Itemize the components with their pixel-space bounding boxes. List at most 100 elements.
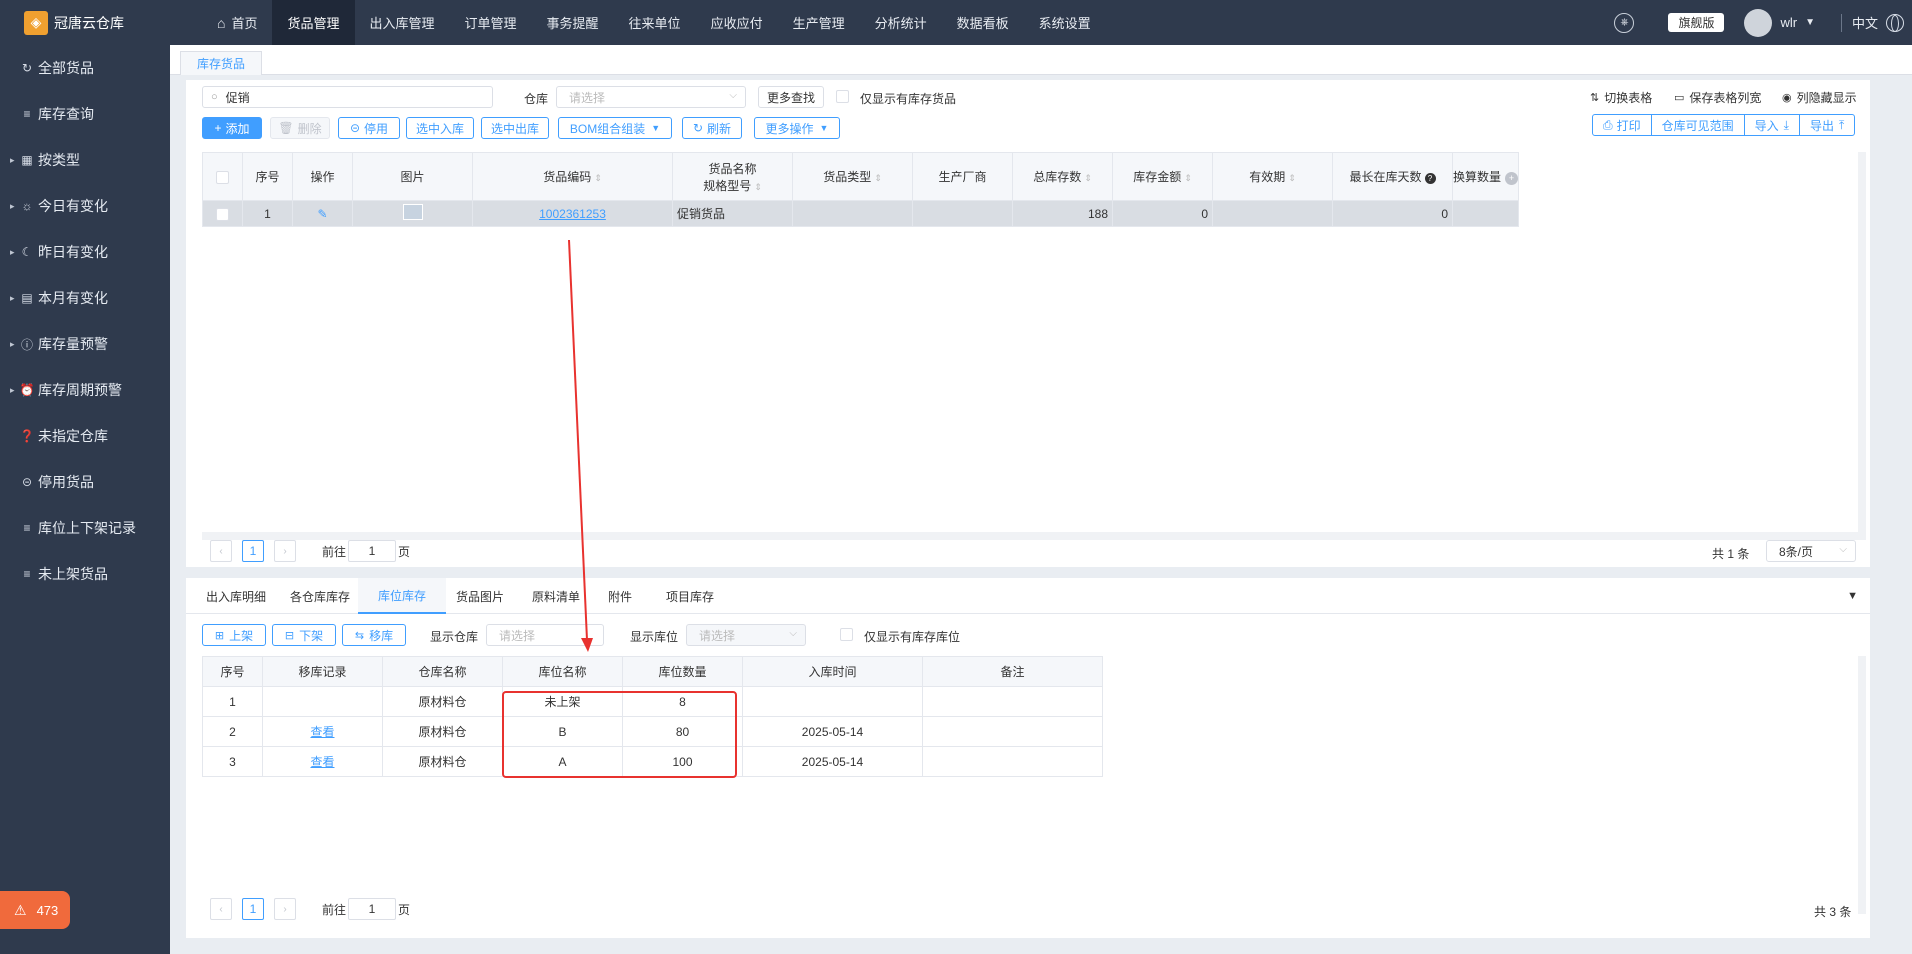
mode-switch-icon[interactable]: ⎈	[1614, 12, 1635, 33]
download-icon: ⤓	[1783, 117, 1789, 132]
detail-tab[interactable]: 项目库存	[666, 578, 714, 614]
show-location-select[interactable]: 请选择 ⌵	[686, 624, 806, 646]
total-count: 共 1 条	[1712, 547, 1750, 561]
bom-button[interactable]: BOM组合组装 ▼	[558, 117, 672, 139]
stock-out-button[interactable]: 选中出库	[481, 117, 549, 139]
row-checkbox[interactable]	[216, 207, 229, 221]
nav-item[interactable]: 货品管理	[272, 0, 355, 45]
switch-table-button[interactable]: ⇅ 切换表格	[1590, 89, 1652, 106]
col-name[interactable]: 货品名称 规格型号 ⇕	[672, 152, 793, 201]
only-location-checkbox[interactable]	[840, 628, 853, 641]
expand-caret-icon: ▸	[10, 200, 15, 211]
collapse-icon[interactable]: ▼	[1847, 590, 1858, 602]
print-button[interactable]: ⎙ 打印	[1593, 115, 1652, 135]
col-code[interactable]: 货品编码 ⇕	[472, 152, 673, 201]
sidebar-item[interactable]: ▸ ☼ 今日有变化	[0, 183, 170, 229]
vertical-scrollbar[interactable]	[1858, 152, 1866, 532]
horizontal-scrollbar[interactable]	[202, 532, 1866, 540]
nav-item[interactable]: 数据看板	[942, 0, 1024, 45]
upload-icon: ⤒	[1838, 117, 1845, 132]
import-button[interactable]: 导入 ⤓	[1745, 115, 1800, 135]
sidebar-item[interactable]: ≡ 库存查询	[0, 91, 170, 137]
nav-item[interactable]: 生产管理	[778, 0, 860, 45]
settings-icon[interactable]: +	[1505, 172, 1519, 185]
sidebar-item[interactable]: ≡ 未上架货品	[0, 551, 170, 597]
sidebar-item[interactable]: ▸ ⓘ 库存量预警	[0, 321, 170, 367]
shelve-button[interactable]: ⊞ 上架	[202, 624, 266, 646]
nav-item-label: 往来单位	[628, 16, 681, 31]
export-button[interactable]: 导出 ⤒	[1800, 115, 1854, 135]
col-type[interactable]: 货品类型 ⇕	[792, 152, 913, 201]
next-page-button[interactable]: ›	[274, 540, 296, 562]
col-total[interactable]: 总库存数 ⇕	[1012, 152, 1113, 201]
language-switch[interactable]: 中文	[1852, 13, 1878, 32]
avatar[interactable]	[1744, 8, 1773, 37]
goods-code-link[interactable]: 1002361253	[539, 207, 606, 221]
sidebar-item[interactable]: ❓ 未指定仓库	[0, 413, 170, 459]
move-button[interactable]: ⇆ 移库	[342, 624, 406, 646]
globe-icon[interactable]	[1886, 13, 1904, 32]
disable-button[interactable]: ⊝ 停用	[338, 117, 400, 139]
refresh-button[interactable]: ↻ 刷新	[682, 117, 742, 139]
view-move-link[interactable]: 查看	[310, 725, 334, 739]
tab-stock-goods[interactable]: 库存货品	[180, 51, 263, 75]
sidebar-item[interactable]: ▸ ▦ 按类型	[0, 137, 170, 183]
prev-page-button[interactable]: ‹	[210, 540, 232, 562]
only-stock-checkbox[interactable]	[836, 90, 849, 103]
detail-tab[interactable]: 库位库存	[358, 578, 446, 614]
vertical-scrollbar[interactable]	[1858, 656, 1866, 914]
view-move-link[interactable]: 查看	[310, 755, 334, 769]
unshelve-button[interactable]: ⊟ 下架	[272, 624, 336, 646]
save-widths-button[interactable]: ▭ 保存表格列宽	[1674, 89, 1761, 106]
nav-item[interactable]: 分析统计	[860, 0, 942, 45]
prev-page-button[interactable]: ‹	[210, 898, 232, 920]
user-name[interactable]: wlr	[1780, 15, 1797, 30]
detail-tab[interactable]: 出入库明细	[206, 578, 266, 614]
nav-item[interactable]: 订单管理	[450, 0, 532, 45]
help-icon[interactable]: ?	[1424, 173, 1436, 184]
sidebar-item[interactable]: ≡ 库位上下架记录	[0, 505, 170, 551]
page-number[interactable]: 1	[242, 898, 264, 920]
sun-icon: ☼	[21, 199, 33, 213]
page-size-select[interactable]: 8条/页 ⌵	[1766, 540, 1856, 562]
edit-icon[interactable]: ✎	[317, 207, 327, 221]
more-ops-button[interactable]: 更多操作 ▼	[754, 117, 840, 139]
sidebar-item[interactable]: ▸ ☾ 昨日有变化	[0, 229, 170, 275]
nav-item[interactable]: ⌂ 首页	[202, 0, 272, 45]
sidebar-item[interactable]: ↻ 全部货品	[0, 45, 170, 91]
expand-caret-icon: ▸	[10, 338, 15, 349]
hide-columns-button[interactable]: ◉ 列隐藏显示	[1782, 89, 1857, 106]
warehouse-scope-button[interactable]: 仓库可见范围	[1652, 115, 1745, 135]
detail-tab[interactable]: 各仓库库存	[290, 578, 350, 614]
nav-item[interactable]: 系统设置	[1024, 0, 1106, 45]
page-number[interactable]: 1	[242, 540, 264, 562]
goto-page-input[interactable]: 1	[348, 898, 397, 920]
nav-item[interactable]: 应收应付	[696, 0, 778, 45]
detail-tab[interactable]: 货品图片	[456, 578, 504, 614]
sidebar-item[interactable]: ▸ ▤ 本月有变化	[0, 275, 170, 321]
show-warehouse-select[interactable]: 请选择	[486, 624, 604, 646]
col-expiry[interactable]: 有效期 ⇕	[1212, 152, 1333, 201]
goto-page-input[interactable]: 1	[348, 540, 397, 562]
stock-in-button[interactable]: 选中入库	[406, 117, 474, 139]
sidebar-item[interactable]: ▸ ⏰ 库存周期预警	[0, 367, 170, 413]
notification-badge[interactable]: ⚠ 473	[0, 891, 70, 929]
nav-item[interactable]: 事务提醒	[532, 0, 614, 45]
add-button[interactable]: + 添加	[202, 117, 262, 139]
delete-button[interactable]: 🗑 删除	[270, 117, 330, 139]
search-input[interactable]: ○ 促销	[202, 86, 493, 108]
next-page-button[interactable]: ›	[274, 898, 296, 920]
chevron-down-icon[interactable]: ▼	[1805, 17, 1815, 28]
col-amount[interactable]: 库存金额 ⇕	[1112, 152, 1213, 201]
select-all-checkbox[interactable]	[216, 170, 229, 184]
nav-item[interactable]: 往来单位	[614, 0, 696, 45]
nav-item[interactable]: 出入库管理	[355, 0, 450, 45]
sidebar-item[interactable]: ⊝ 停用货品	[0, 459, 170, 505]
warehouse-select[interactable]: 请选择 ⌵	[556, 86, 746, 108]
image-placeholder-icon[interactable]	[402, 204, 423, 220]
table-row[interactable]: 1 ✎ 1002361253 促销货品 188 0 0	[202, 200, 1520, 227]
app-logo[interactable]: ◈ 冠唐云仓库	[0, 0, 170, 45]
detail-tab[interactable]: 原料清单	[532, 578, 580, 614]
more-search-button[interactable]: 更多查找	[758, 86, 824, 108]
detail-tab[interactable]: 附件	[608, 578, 632, 614]
